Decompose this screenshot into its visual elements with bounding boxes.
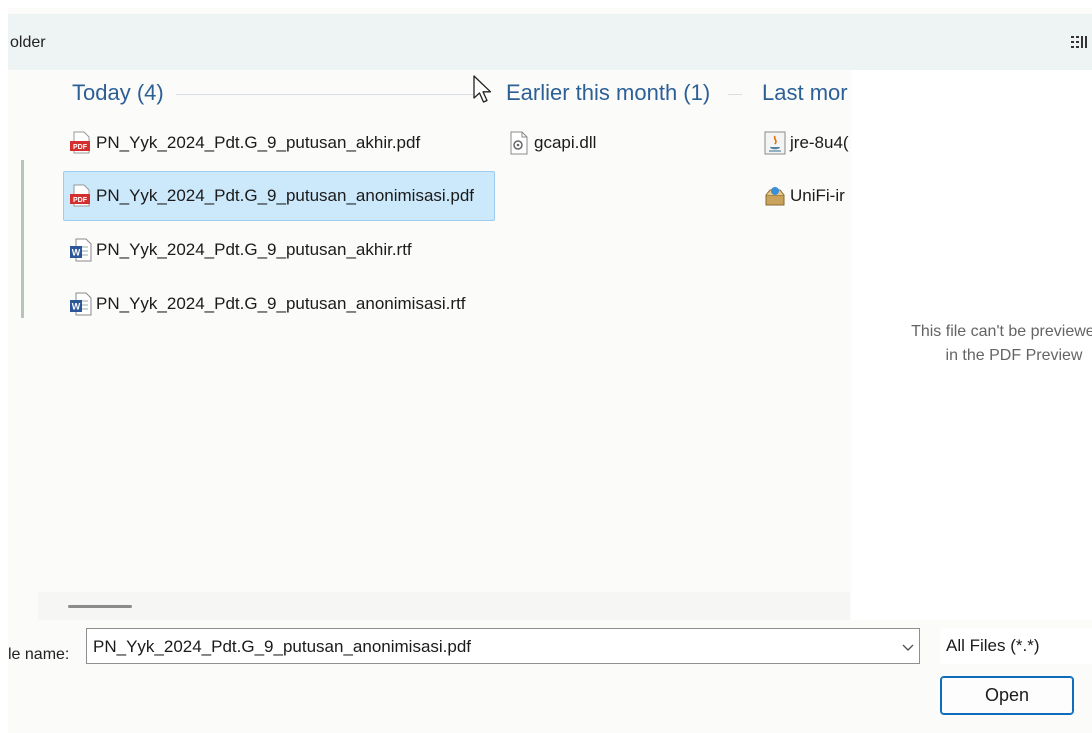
file-item[interactable]: W PN_Yyk_2024_Pdt.G_9_putusan_anonimisas… [64,279,494,329]
file-item[interactable]: UniFi-ir [758,171,850,221]
installer-icon [765,187,785,206]
preview-pane: This file can't be previewed b in the PD… [851,70,1092,620]
file-item[interactable]: PDF PN_Yyk_2024_Pdt.G_9_putusan_akhir.pd… [64,118,494,168]
file-item-selected[interactable]: PDF PN_Yyk_2024_Pdt.G_9_putusan_anonimis… [63,171,495,221]
open-button[interactable]: Open [940,676,1074,715]
new-folder-button[interactable]: older [10,34,46,52]
dll-icon [510,131,528,155]
word-icon: W [70,238,92,262]
file-open-dialog: older Today (4) Earlier this month (1) L… [8,8,1092,733]
file-name-value: PN_Yyk_2024_Pdt.G_9_putusan_anonimisasi.… [93,637,472,656]
file-name: PN_Yyk_2024_Pdt.G_9_putusan_anonimisasi.… [96,294,466,313]
file-item[interactable]: W PN_Yyk_2024_Pdt.G_9_putusan_akhir.rtf [64,225,494,275]
file-name: PN_Yyk_2024_Pdt.G_9_putusan_akhir.rtf [96,240,412,259]
mouse-cursor-icon [473,75,492,103]
word-icon: W [70,292,92,316]
group-header-earlier-this-month[interactable]: Earlier this month (1) [506,80,710,106]
file-name-input[interactable]: PN_Yyk_2024_Pdt.G_9_putusan_anonimisasi.… [86,628,920,664]
svg-text:PDF: PDF [73,197,88,204]
pdf-icon: PDF [70,131,90,154]
details-view-icon[interactable] [1070,34,1090,50]
svg-text:W: W [72,248,81,258]
chevron-down-icon[interactable] [901,640,915,654]
group-header-today[interactable]: Today (4) [72,80,164,106]
preview-message-line: This file can't be previewed b [911,323,1092,340]
file-type-select[interactable]: All Files (*.*) [940,628,1092,664]
file-item[interactable]: gcapi.dll [502,118,742,168]
file-name-label: le name: [8,646,70,663]
svg-text:W: W [72,302,81,312]
file-name: PN_Yyk_2024_Pdt.G_9_putusan_anonimisasi.… [96,186,475,205]
file-name: UniFi-ir [790,186,845,205]
java-installer-icon [764,131,786,155]
horizontal-scrollbar-thumb[interactable] [68,605,132,608]
file-item[interactable]: jre-8u4( [758,118,850,168]
toolbar: older [8,14,1092,70]
preview-message-line: in the PDF Preview [945,347,1083,364]
group-divider [176,94,476,95]
file-type-value: All Files (*.*) [946,636,1040,655]
svg-text:PDF: PDF [73,144,88,151]
pdf-icon: PDF [70,184,90,207]
horizontal-scrollbar-track[interactable] [38,592,850,620]
file-name: PN_Yyk_2024_Pdt.G_9_putusan_akhir.pdf [96,133,421,152]
preview-message: This file can't be previewed b in the PD… [864,320,1092,368]
file-name: gcapi.dll [534,133,597,152]
group-header-last-month[interactable]: Last mor [762,80,850,106]
navigation-pane-scrollbar[interactable] [21,160,24,318]
file-name: jre-8u4( [790,133,849,152]
group-divider [728,94,742,95]
